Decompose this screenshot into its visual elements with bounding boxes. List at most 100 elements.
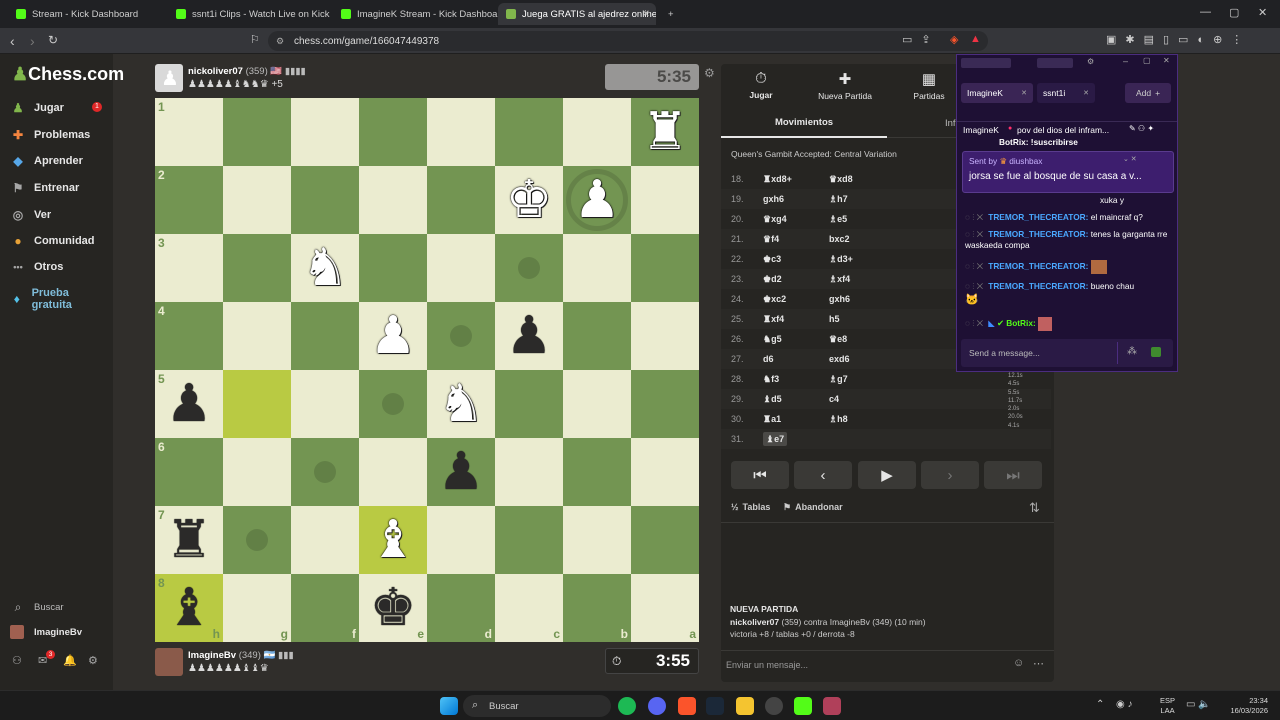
mod-icons[interactable]: ◌ ⫶ ✕ [965,261,983,271]
browser-tab[interactable]: ImagineK Stream - Kick Dashboard [333,3,498,25]
board-square[interactable] [291,166,359,234]
board-square[interactable] [631,438,699,506]
board-square[interactable]: ♜ [631,98,699,166]
next-move-button[interactable]: › [921,461,979,489]
white-move[interactable]: ♞g5 [763,329,782,349]
board-square[interactable] [495,438,563,506]
black-move[interactable]: bxc2 [829,229,850,249]
mod-icons[interactable]: ◌ ⫶ ✕ [965,318,983,328]
white-move[interactable]: ♜xd8+ [763,169,792,189]
board-square[interactable]: 7 ♜ [155,506,223,574]
board-square[interactable]: 8 h ♝ [155,574,223,642]
black-piece[interactable]: ♚ [370,582,417,634]
sidebar-user[interactable]: ImagineBv [10,625,82,639]
white-move[interactable]: ♚c3 [763,249,781,269]
kick-icon[interactable] [794,697,812,715]
board-square[interactable] [563,234,631,302]
black-move[interactable]: exd6 [829,349,850,369]
sidebar-item-problemas[interactable]: ✚ Problemas [10,128,90,142]
white-piece[interactable]: ♟ [574,174,621,226]
board-square[interactable] [563,98,631,166]
browser-tab-active[interactable]: Juega GRATIS al ajedrez online - ✕ [498,3,656,25]
board-square[interactable]: ♟ [427,438,495,506]
tab-nueva-partida[interactable]: ✚ Nueva Partida [815,70,875,101]
board-square[interactable]: ♟ [359,302,427,370]
maximize-icon[interactable]: ▢ [1143,56,1151,65]
site-info-icon[interactable]: ⚙ [276,36,284,47]
folder-icon[interactable] [736,697,754,715]
app-icon[interactable] [765,697,783,715]
board-square[interactable] [495,370,563,438]
sidebar-search[interactable]: ⌕ Buscar [10,600,64,615]
board-square[interactable] [291,98,359,166]
clock[interactable]: 23:34 16/03/2026 [1226,696,1268,716]
sidebar-item-comunidad[interactable]: ● Comunidad [10,234,94,248]
board-square[interactable] [427,506,495,574]
subtab-movimientos[interactable]: Movimientos [721,108,887,138]
chess-board[interactable]: 1 ♜ 2 ♚ ♟ 3 ♞ 4 ♟ ♟ 5 ♟ ♞ 6 ♟ 7 ♜ ♝ 8 h ♝ g f e ♚ d c b a [155,98,699,642]
player-name[interactable]: nickoliver07 (359) 🇺🇸 ▮▮▮▮ [188,66,306,77]
avatar[interactable] [155,648,183,676]
board-square[interactable]: ♟ [563,166,631,234]
pin-actions-icons[interactable]: ⌄ ✕ [1123,155,1137,163]
sidebar-item-jugar[interactable]: ♟ Jugar [10,101,64,115]
board-square[interactable]: 1 [155,98,223,166]
board-square[interactable] [291,302,359,370]
board-square[interactable] [359,438,427,506]
play-button[interactable]: ▶ [858,461,916,489]
black-move[interactable]: ♗g7 [829,369,848,389]
board-square[interactable]: 6 [155,438,223,506]
tab-partidas[interactable]: ▦ Partidas [899,70,959,101]
add-channel-button[interactable]: Add + [1125,83,1171,103]
sidebar-item-aprender[interactable]: ◆ Aprender [10,154,83,168]
start-icon[interactable] [440,697,458,715]
board-square[interactable] [563,438,631,506]
board-square[interactable]: ♟ [495,302,563,370]
close-window-icon[interactable]: ✕ [1258,6,1267,19]
move-hint-dot[interactable] [450,325,472,347]
brave-icon[interactable] [678,697,696,715]
player-name[interactable]: ImagineBv (349) 🇦🇷 ▮▮▮ [188,650,294,661]
chat-input[interactable]: Send a message... ⁂ [961,339,1173,367]
board-square[interactable] [223,166,291,234]
board-square[interactable] [427,302,495,370]
page-actions-icons[interactable]: ▭⇪ [902,33,940,46]
board-square[interactable]: d [427,574,495,642]
board-square[interactable]: 5 ♟ [155,370,223,438]
brave-rewards-icon[interactable]: ▲ [970,33,981,45]
flip-board-icon[interactable]: ⇅ [1029,500,1040,516]
subtab-info[interactable]: Inf [945,118,956,129]
white-piece[interactable]: ♜ [642,106,689,158]
board-square[interactable] [631,302,699,370]
board-square[interactable] [223,98,291,166]
steam-icon[interactable] [706,697,724,715]
taskbar-search[interactable]: ⌕ Buscar [463,695,611,717]
emoji-icon[interactable]: ☺ [1013,657,1024,669]
black-move[interactable]: ♗xf4 [829,269,850,289]
game-chat-input[interactable]: Enviar un mensaje... ☺ ⋯ [721,650,1054,678]
black-move[interactable]: h5 [829,309,840,329]
board-square[interactable] [631,506,699,574]
friends-icon[interactable]: ⚇ [12,654,22,667]
board-square[interactable] [223,506,291,574]
gear-icon[interactable]: ⚙ [1087,57,1094,66]
reload-icon[interactable]: ↻ [48,33,58,47]
board-square[interactable]: f [291,574,359,642]
board-square[interactable]: c [495,574,563,642]
board-square[interactable] [427,166,495,234]
board-square[interactable] [427,98,495,166]
board-square[interactable]: ♝ [359,506,427,574]
white-move[interactable]: ♝d5 [763,389,782,409]
white-move[interactable]: ♚xc2 [763,289,786,309]
channel-tag[interactable]: ssnt1i ✕ [1037,83,1095,103]
white-move[interactable]: ♛f4 [763,229,779,249]
black-move[interactable]: ♗e5 [829,209,847,229]
board-square[interactable]: g [223,574,291,642]
previous-move-button[interactable]: ‹ [794,461,852,489]
board-square[interactable]: 4 [155,302,223,370]
board-square[interactable]: ♞ [291,234,359,302]
bookmark-icon[interactable]: ⚐ [250,33,260,46]
black-move[interactable]: gxh6 [829,289,850,309]
board-square[interactable]: 3 [155,234,223,302]
spotify-icon[interactable] [618,697,636,715]
